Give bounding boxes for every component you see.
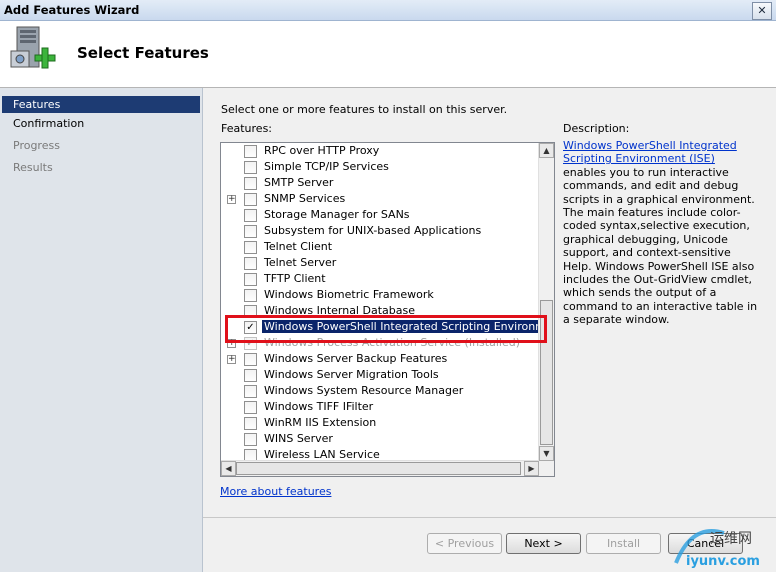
feature-label: Windows Process Activation Service (Inst… — [264, 336, 520, 349]
previous-button[interactable]: < Previous — [427, 533, 502, 554]
feature-label: Storage Manager for SANs — [264, 208, 410, 221]
features-tree[interactable]: RPC over HTTP Proxy Simple TCP/IP Service… — [220, 142, 555, 477]
feature-row[interactable]: WinRM IIS Extension — [221, 415, 539, 431]
feature-label: SMTP Server — [264, 176, 334, 189]
feature-row[interactable]: + ✓ Windows Process Activation Service (In… — [221, 335, 539, 351]
hscroll-thumb[interactable] — [236, 462, 521, 475]
feature-label: WINS Server — [264, 432, 333, 445]
watermark-url: iyunv.com — [686, 554, 760, 569]
feature-checkbox[interactable] — [244, 433, 257, 446]
feature-checkbox[interactable] — [244, 369, 257, 382]
nav-item-confirmation[interactable]: Confirmation — [0, 113, 202, 135]
horizontal-scrollbar[interactable]: ◀ ▶ — [221, 460, 539, 476]
feature-checkbox[interactable] — [244, 241, 257, 254]
feature-label: Telnet Server — [264, 256, 337, 269]
watermark-logo: 运维网 iyunv.com — [674, 529, 760, 569]
features-label: Features: — [221, 122, 273, 135]
feature-checkbox[interactable] — [244, 353, 257, 366]
close-button[interactable]: ✕ — [752, 2, 772, 20]
scroll-right-button[interactable]: ▶ — [524, 461, 539, 476]
feature-row[interactable]: Windows Biometric Framework — [221, 287, 539, 303]
feature-row[interactable]: SMTP Server — [221, 175, 539, 191]
feature-label: Windows Server Backup Features — [264, 352, 448, 365]
feature-checkbox[interactable]: ✓ — [244, 321, 257, 334]
feature-checkbox[interactable] — [244, 177, 257, 190]
title-bar: Add Features Wizard ✕ — [0, 0, 776, 21]
scroll-left-button[interactable]: ◀ — [221, 461, 236, 476]
feature-row[interactable]: Windows System Resource Manager — [221, 383, 539, 399]
intro-text: Select one or more features to install o… — [221, 103, 508, 116]
install-button[interactable]: Install — [586, 533, 661, 554]
feature-label: TFTP Client — [264, 272, 326, 285]
feature-label: Windows PowerShell Integrated Scripting … — [262, 320, 554, 333]
feature-row[interactable]: Windows Internal Database — [221, 303, 539, 319]
feature-row[interactable]: WINS Server — [221, 431, 539, 447]
features-list: RPC over HTTP Proxy Simple TCP/IP Service… — [221, 143, 554, 463]
window-title: Add Features Wizard — [4, 3, 140, 17]
wizard-steps: Features Confirmation Progress Results — [0, 88, 203, 572]
nav-item-progress: Progress — [13, 139, 60, 152]
feature-row[interactable]: Simple TCP/IP Services — [221, 159, 539, 175]
feature-label: Subsystem for UNIX-based Applications — [264, 224, 482, 237]
feature-row[interactable]: TFTP Client — [221, 271, 539, 287]
scroll-up-button[interactable]: ▲ — [539, 143, 554, 158]
page-title: Select Features — [77, 44, 209, 62]
feature-checkbox[interactable] — [244, 257, 257, 270]
watermark-cn: 运维网 — [710, 531, 752, 547]
feature-checkbox[interactable] — [244, 145, 257, 158]
feature-label: WinRM IIS Extension — [264, 416, 377, 429]
expand-icon[interactable]: + — [227, 195, 236, 204]
expand-icon[interactable]: + — [227, 355, 236, 364]
vertical-scrollbar[interactable]: ▲ ▼ — [538, 143, 554, 461]
feature-row[interactable]: Storage Manager for SANs — [221, 207, 539, 223]
description-link[interactable]: Windows PowerShell Integrated Scripting … — [563, 139, 737, 165]
feature-row[interactable]: Telnet Client — [221, 239, 539, 255]
feature-row[interactable]: + Windows Server Backup Features — [221, 351, 539, 367]
description-text: Windows PowerShell Integrated Scripting … — [563, 139, 759, 327]
feature-row[interactable]: RPC over HTTP Proxy — [221, 143, 539, 159]
next-button[interactable]: Next > — [506, 533, 581, 554]
feature-label: Windows Biometric Framework — [264, 288, 434, 301]
feature-checkbox[interactable] — [244, 289, 257, 302]
feature-row[interactable]: Telnet Server — [221, 255, 539, 271]
close-icon: ✕ — [757, 4, 767, 17]
feature-checkbox[interactable] — [244, 209, 257, 222]
server-add-icon — [10, 26, 56, 69]
scroll-corner — [539, 461, 554, 476]
feature-label: Windows System Resource Manager — [264, 384, 464, 397]
feature-row[interactable]: Windows TIFF IFilter — [221, 399, 539, 415]
nav-item-features[interactable]: Features — [2, 96, 200, 113]
feature-checkbox[interactable] — [244, 225, 257, 238]
feature-label: Windows Server Migration Tools — [264, 368, 439, 381]
feature-label: Simple TCP/IP Services — [264, 160, 389, 173]
footer-separator — [203, 517, 776, 518]
feature-label: RPC over HTTP Proxy — [264, 144, 380, 157]
feature-label: Windows TIFF IFilter — [264, 400, 374, 413]
feature-label: Windows Internal Database — [264, 304, 415, 317]
scroll-down-button[interactable]: ▼ — [539, 446, 554, 461]
feature-checkbox[interactable]: ✓ — [244, 337, 257, 350]
feature-checkbox[interactable] — [244, 385, 257, 398]
feature-checkbox[interactable] — [244, 273, 257, 286]
expand-icon[interactable]: + — [227, 339, 236, 348]
wizard-header: Select Features — [0, 21, 776, 88]
feature-checkbox[interactable] — [244, 401, 257, 414]
feature-row[interactable]: Windows Server Migration Tools — [221, 367, 539, 383]
description-label: Description: — [563, 122, 630, 135]
feature-row[interactable]: ✓ Windows PowerShell Integrated Scripting… — [221, 319, 554, 335]
feature-checkbox[interactable] — [244, 417, 257, 430]
feature-label: Telnet Client — [264, 240, 333, 253]
more-about-features-link[interactable]: More about features — [220, 485, 331, 498]
nav-item-results: Results — [13, 161, 53, 174]
scroll-thumb[interactable] — [540, 300, 553, 445]
feature-row[interactable]: + SNMP Services — [221, 191, 539, 207]
description-body: enables you to run interactive commands,… — [563, 165, 758, 327]
feature-checkbox[interactable] — [244, 305, 257, 318]
feature-label: SNMP Services — [264, 192, 346, 205]
feature-checkbox[interactable] — [244, 193, 257, 206]
feature-checkbox[interactable] — [244, 161, 257, 174]
feature-row[interactable]: Subsystem for UNIX-based Applications — [221, 223, 539, 239]
